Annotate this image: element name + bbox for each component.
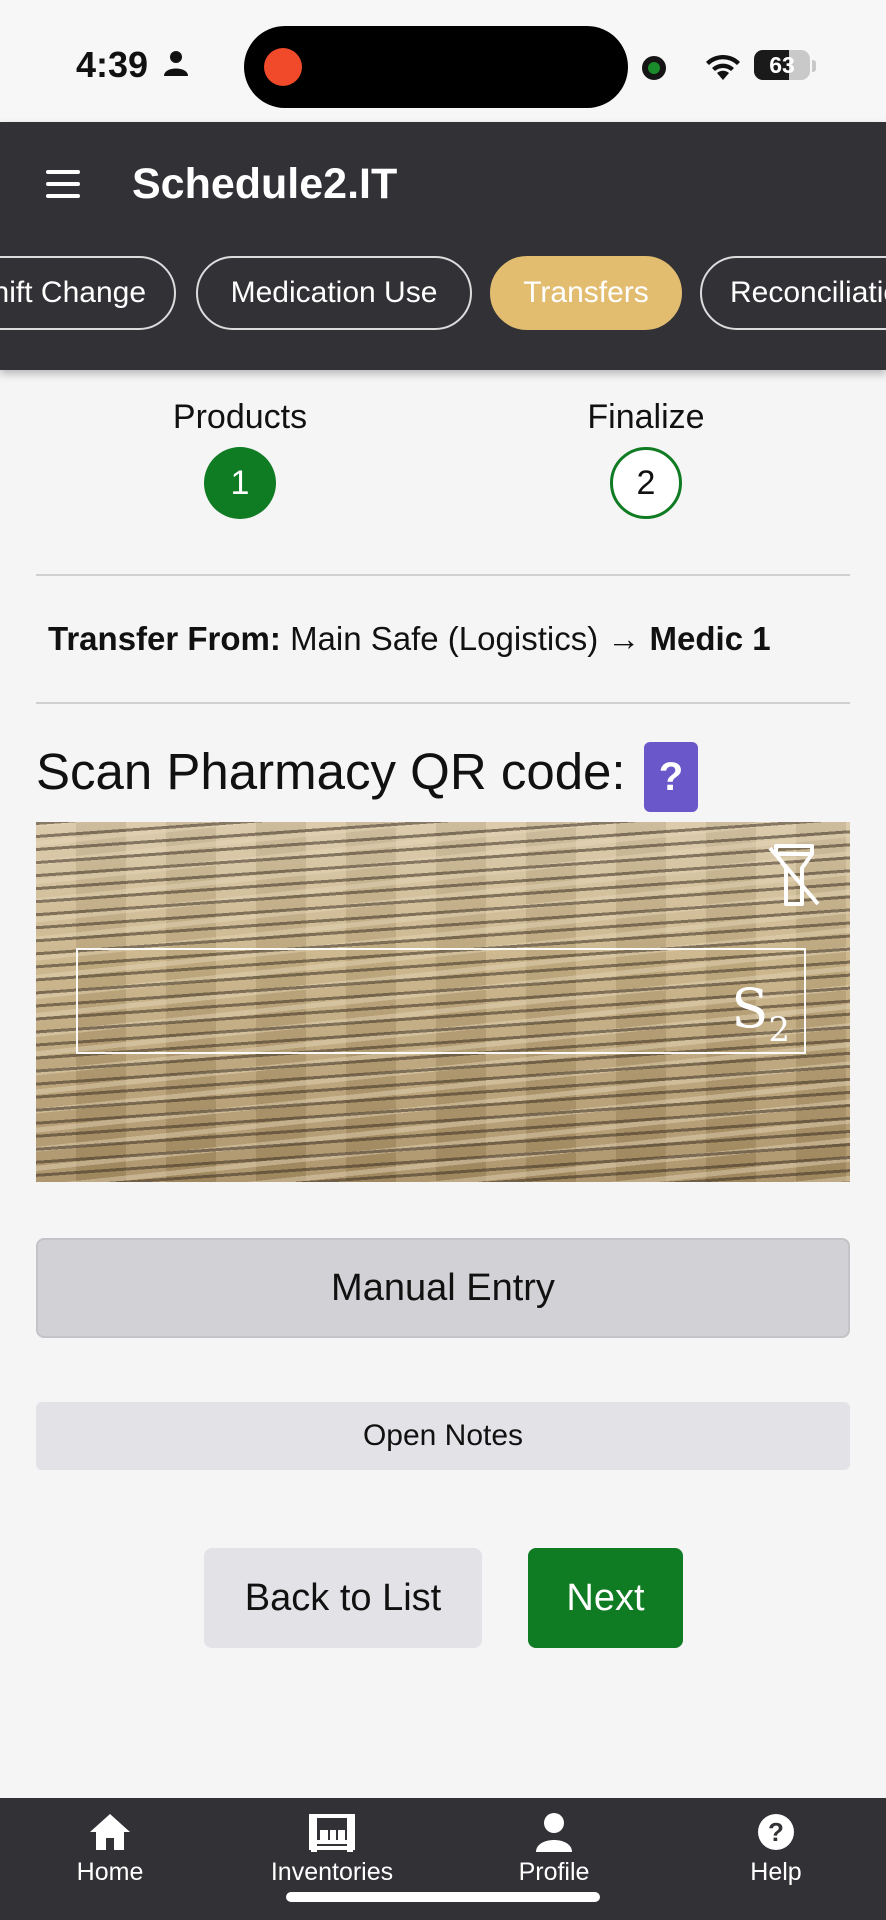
nav-help[interactable]: ? Help — [696, 1812, 856, 1887]
arrow-right-icon: → — [607, 620, 641, 657]
svg-text:?: ? — [768, 1817, 784, 1847]
tab-transfers[interactable]: Transfers — [490, 256, 682, 330]
divider — [36, 574, 850, 576]
recording-indicator-icon — [264, 48, 302, 86]
home-icon — [90, 1814, 130, 1850]
tab-medication-use[interactable]: Medication Use — [196, 256, 472, 330]
battery-level: 63 — [769, 52, 795, 78]
inventories-icon — [309, 1814, 355, 1852]
scan-target-box: S2 — [76, 948, 806, 1054]
tab-shift-change[interactable]: Shift Change — [0, 256, 176, 330]
status-bar: 4:39 63 — [0, 0, 886, 122]
s2-logo: S2 — [731, 977, 790, 1050]
hamburger-menu-icon[interactable] — [46, 170, 80, 200]
battery-icon: 63 — [754, 50, 810, 80]
scan-title: Scan Pharmacy QR code: — [36, 743, 626, 800]
app-header: Schedule2.IT Shift Change Medication Use… — [0, 122, 886, 370]
step-number-circle: 1 — [204, 447, 276, 519]
next-button[interactable]: Next — [528, 1548, 683, 1648]
transfer-source: Main Safe (Logistics) — [290, 620, 599, 657]
nav-profile[interactable]: Profile — [474, 1812, 634, 1887]
manual-entry-button[interactable]: Manual Entry — [36, 1238, 850, 1338]
transfer-route: Transfer From: Main Safe (Logistics) → M… — [48, 620, 771, 658]
step-products[interactable]: Products 1 — [170, 398, 310, 519]
nav-label: Home — [76, 1858, 144, 1886]
tab-bar: Shift Change Medication Use Transfers Re… — [0, 256, 886, 332]
camera-viewfinder[interactable]: S2 — [36, 822, 850, 1182]
home-indicator[interactable] — [286, 1892, 600, 1902]
scan-help-button[interactable]: ? — [644, 742, 698, 812]
nav-home[interactable]: Home — [30, 1812, 190, 1887]
status-time: 4:39 — [76, 44, 149, 85]
transfer-from-label: Transfer From: — [48, 620, 281, 657]
flashlight-off-icon[interactable] — [766, 842, 822, 908]
camera-in-use-icon — [642, 56, 666, 80]
back-to-list-button[interactable]: Back to List — [204, 1548, 482, 1648]
step-number-circle: 2 — [610, 447, 682, 519]
app-title: Schedule2.IT — [132, 160, 398, 208]
wifi-icon — [706, 54, 740, 80]
help-icon: ? — [758, 1814, 794, 1850]
divider — [36, 702, 850, 704]
nav-inventories[interactable]: Inventories — [252, 1812, 412, 1887]
step-label: Finalize — [587, 398, 705, 436]
step-finalize[interactable]: Finalize 2 — [576, 398, 716, 519]
profile-icon — [536, 1813, 572, 1852]
step-label: Products — [172, 398, 308, 436]
tab-reconciliation[interactable]: Reconciliation — [700, 256, 886, 330]
open-notes-button[interactable]: Open Notes — [36, 1402, 850, 1470]
nav-label: Inventories — [270, 1858, 394, 1886]
dynamic-island — [244, 26, 628, 108]
transfer-destination: Medic 1 — [649, 620, 771, 657]
nav-label: Help — [750, 1858, 802, 1886]
person-icon — [164, 51, 188, 76]
nav-label: Profile — [518, 1858, 590, 1886]
